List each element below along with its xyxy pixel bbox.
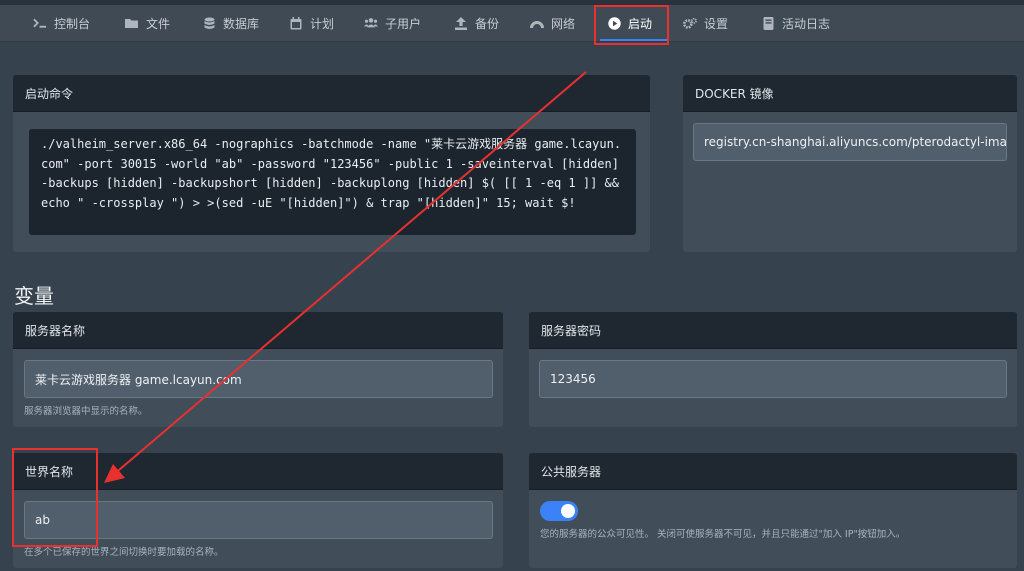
public-server-toggle[interactable] (540, 501, 578, 521)
variable-help-text: 您的服务器的公众可见性。 关闭可使服务器不可见，并且只能通过"加入 IP"按钮加… (540, 529, 906, 540)
tab-databases[interactable]: 数据库 (202, 5, 259, 41)
panel-title: 启动命令 (13, 75, 650, 112)
tab-label: 网络 (551, 16, 576, 31)
docker-image-panel: DOCKER 镜像 registry.cn-shanghai.aliyuncs.… (683, 75, 1017, 252)
upload-icon (454, 16, 468, 30)
variable-public-server-panel: 公共服务器 您的服务器的公众可见性。 关闭可使服务器不可见，并且只能通过"加入 … (529, 453, 1017, 568)
variable-label: 公共服务器 (529, 453, 1017, 490)
calendar-icon (289, 16, 303, 30)
users-icon (364, 16, 378, 30)
database-icon (202, 16, 216, 30)
tab-backups[interactable]: 备份 (454, 5, 499, 41)
world-name-input[interactable]: ab (24, 501, 493, 539)
variable-label: 服务器名称 (13, 312, 503, 349)
server-password-input[interactable]: 123456 (539, 360, 1007, 398)
variable-label: 服务器密码 (529, 312, 1017, 349)
tab-label: 活动日志 (782, 16, 831, 31)
tab-label: 设置 (704, 16, 729, 31)
startup-command-text: ./valheim_server.x86_64 -nographics -bat… (29, 129, 636, 235)
variable-world-name-panel: 世界名称 ab 在多个已保存的世界之间切换时要加载的名称。 (13, 453, 503, 568)
docker-image-select[interactable]: registry.cn-shanghai.aliyuncs.com/pterod… (693, 123, 1007, 161)
tab-label: 启动 (628, 16, 653, 31)
startup-command-panel: 启动命令 ./valheim_server.x86_64 -nographics… (13, 75, 650, 252)
tab-label: 控制台 (54, 16, 91, 31)
tab-network[interactable]: 网络 (530, 5, 575, 41)
tab-label: 子用户 (385, 16, 422, 31)
folder-icon (125, 16, 139, 30)
server-name-input[interactable]: 莱卡云游戏服务器 game.lcayun.com (24, 360, 493, 398)
tab-label: 备份 (475, 16, 500, 31)
variable-label: 世界名称 (13, 453, 503, 490)
tab-label: 计划 (310, 16, 335, 31)
tab-startup[interactable]: 启动 (607, 5, 652, 41)
section-title-variables: 变量 (14, 284, 54, 308)
variable-help-text: 服务器浏览器中显示的名称。 (24, 406, 148, 417)
tab-activity-log[interactable]: 活动日志 (761, 5, 830, 41)
tab-files[interactable]: 文件 (125, 5, 170, 41)
tab-schedules[interactable]: 计划 (289, 5, 334, 41)
play-circle-icon (607, 16, 621, 30)
book-icon (761, 16, 775, 30)
tab-subusers[interactable]: 子用户 (364, 5, 421, 41)
panel-title: DOCKER 镜像 (683, 75, 1017, 112)
variable-server-password-panel: 服务器密码 123456 (529, 312, 1017, 427)
variable-server-name-panel: 服务器名称 莱卡云游戏服务器 game.lcayun.com 服务器浏览器中显示… (13, 312, 503, 427)
tab-label: 文件 (146, 16, 171, 31)
server-nav-tabs: 控制台 文件 数据库 计划 子用户 备份 网络 启动 设置 活动日志 (0, 5, 1024, 42)
tab-console[interactable]: 控制台 (33, 5, 90, 41)
tab-label: 数据库 (223, 16, 260, 31)
active-tab-underline (600, 39, 668, 41)
gears-icon (683, 16, 697, 30)
terminal-icon (33, 16, 47, 30)
tab-settings[interactable]: 设置 (683, 5, 728, 41)
network-icon (530, 16, 544, 30)
toggle-knob (561, 504, 575, 518)
variable-help-text: 在多个已保存的世界之间切换时要加载的名称。 (24, 547, 224, 558)
